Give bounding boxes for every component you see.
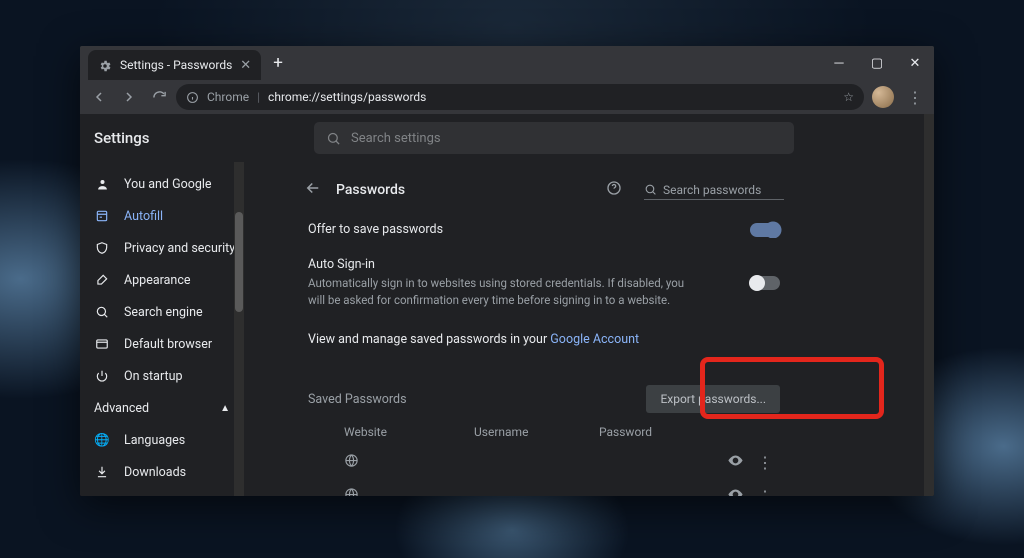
sidebar-item-search-engine[interactable]: Search engine: [80, 296, 244, 328]
autofill-icon: [94, 209, 110, 223]
address-bar[interactable]: Chrome | chrome://settings/passwords ☆: [176, 84, 864, 110]
sidebar-item-on-startup[interactable]: On startup: [80, 360, 244, 392]
sidebar-item-you-and-google[interactable]: You and Google: [80, 168, 244, 200]
manage-link-row: View and manage saved passwords in your …: [304, 318, 784, 357]
sidebar-item-languages[interactable]: 🌐 Languages: [80, 424, 244, 456]
auto-signin-row: Auto Sign-in Automatically sign in to we…: [304, 247, 784, 318]
window-close-button[interactable]: ✕: [896, 46, 934, 80]
profile-avatar[interactable]: [872, 86, 894, 108]
search-passwords-input[interactable]: Search passwords: [644, 181, 784, 200]
sidebar-item-default-browser[interactable]: Default browser: [80, 328, 244, 360]
info-icon: [186, 91, 199, 104]
maximize-button[interactable]: ▢: [858, 46, 896, 80]
page-title: Settings: [94, 129, 234, 147]
offer-save-label: Offer to save passwords: [308, 222, 750, 237]
row-more-icon[interactable]: ⋮: [750, 487, 780, 496]
password-row[interactable]: ⋮: [304, 479, 784, 496]
tab-title: Settings - Passwords: [120, 58, 232, 72]
sidebar-item-privacy[interactable]: Privacy and security: [80, 232, 244, 264]
sidebar-scrollbar[interactable]: [235, 212, 243, 312]
sidebar-item-printing[interactable]: Printing: [80, 488, 244, 496]
gear-icon: [98, 58, 112, 72]
reload-button[interactable]: [146, 84, 172, 110]
titlebar: Settings - Passwords ✕ + ─ ▢ ✕: [80, 46, 934, 80]
power-icon: [94, 369, 110, 383]
browser-icon: [94, 337, 110, 351]
col-username: Username: [474, 425, 599, 439]
row-more-icon[interactable]: ⋮: [750, 453, 780, 472]
sidebar-item-autofill[interactable]: Autofill: [80, 200, 244, 232]
show-password-icon[interactable]: [720, 486, 750, 496]
sidebar: You and Google Autofill Privacy and secu…: [80, 114, 244, 496]
download-icon: [94, 465, 110, 479]
new-tab-button[interactable]: +: [267, 53, 289, 73]
back-button[interactable]: [86, 84, 112, 110]
auto-signin-toggle[interactable]: [750, 276, 780, 290]
sidebar-item-downloads[interactable]: Downloads: [80, 456, 244, 488]
globe-icon: [344, 453, 474, 472]
password-row[interactable]: ⋮: [304, 445, 784, 479]
col-website: Website: [344, 425, 474, 439]
close-tab-icon[interactable]: ✕: [240, 58, 251, 73]
url-path: chrome://settings/passwords: [268, 90, 426, 104]
browser-tab[interactable]: Settings - Passwords ✕: [88, 50, 261, 80]
auto-signin-label: Auto Sign-in: [308, 257, 750, 272]
toolbar: Chrome | chrome://settings/passwords ☆ ⋮: [80, 80, 934, 114]
search-icon: [94, 305, 110, 319]
search-icon: [326, 131, 341, 146]
bookmark-icon[interactable]: ☆: [843, 90, 854, 104]
main-scrollbar[interactable]: [924, 114, 934, 496]
globe-icon: 🌐: [94, 433, 110, 448]
panel-back-button[interactable]: [304, 179, 322, 201]
search-settings-input[interactable]: Search settings: [314, 122, 794, 154]
paint-icon: [94, 273, 110, 287]
browser-window: Settings - Passwords ✕ + ─ ▢ ✕ Chrome | …: [80, 46, 934, 496]
chevron-up-icon: ▲: [220, 403, 230, 414]
sidebar-item-appearance[interactable]: Appearance: [80, 264, 244, 296]
google-account-link[interactable]: Google Account: [550, 332, 639, 347]
panel-title: Passwords: [336, 182, 584, 198]
export-passwords-button[interactable]: Export passwords...: [646, 385, 780, 413]
shield-icon: [94, 241, 110, 255]
show-password-icon[interactable]: [720, 452, 750, 473]
sidebar-advanced-toggle[interactable]: Advanced ▲: [80, 392, 244, 424]
forward-button[interactable]: [116, 84, 142, 110]
offer-save-toggle[interactable]: [750, 223, 780, 237]
auto-signin-desc: Automatically sign in to websites using …: [308, 275, 688, 308]
main-panel: Passwords Search passwords Offer to save…: [244, 114, 934, 496]
offer-save-row: Offer to save passwords: [304, 212, 784, 247]
person-icon: [94, 177, 110, 192]
url-scheme: Chrome: [207, 90, 249, 104]
menu-button[interactable]: ⋮: [902, 84, 928, 110]
col-password: Password: [599, 425, 699, 439]
search-icon: [644, 183, 657, 196]
globe-icon: [344, 487, 474, 496]
minimize-button[interactable]: ─: [820, 46, 858, 80]
saved-passwords-label: Saved Passwords: [308, 392, 646, 407]
help-icon[interactable]: [598, 180, 630, 200]
